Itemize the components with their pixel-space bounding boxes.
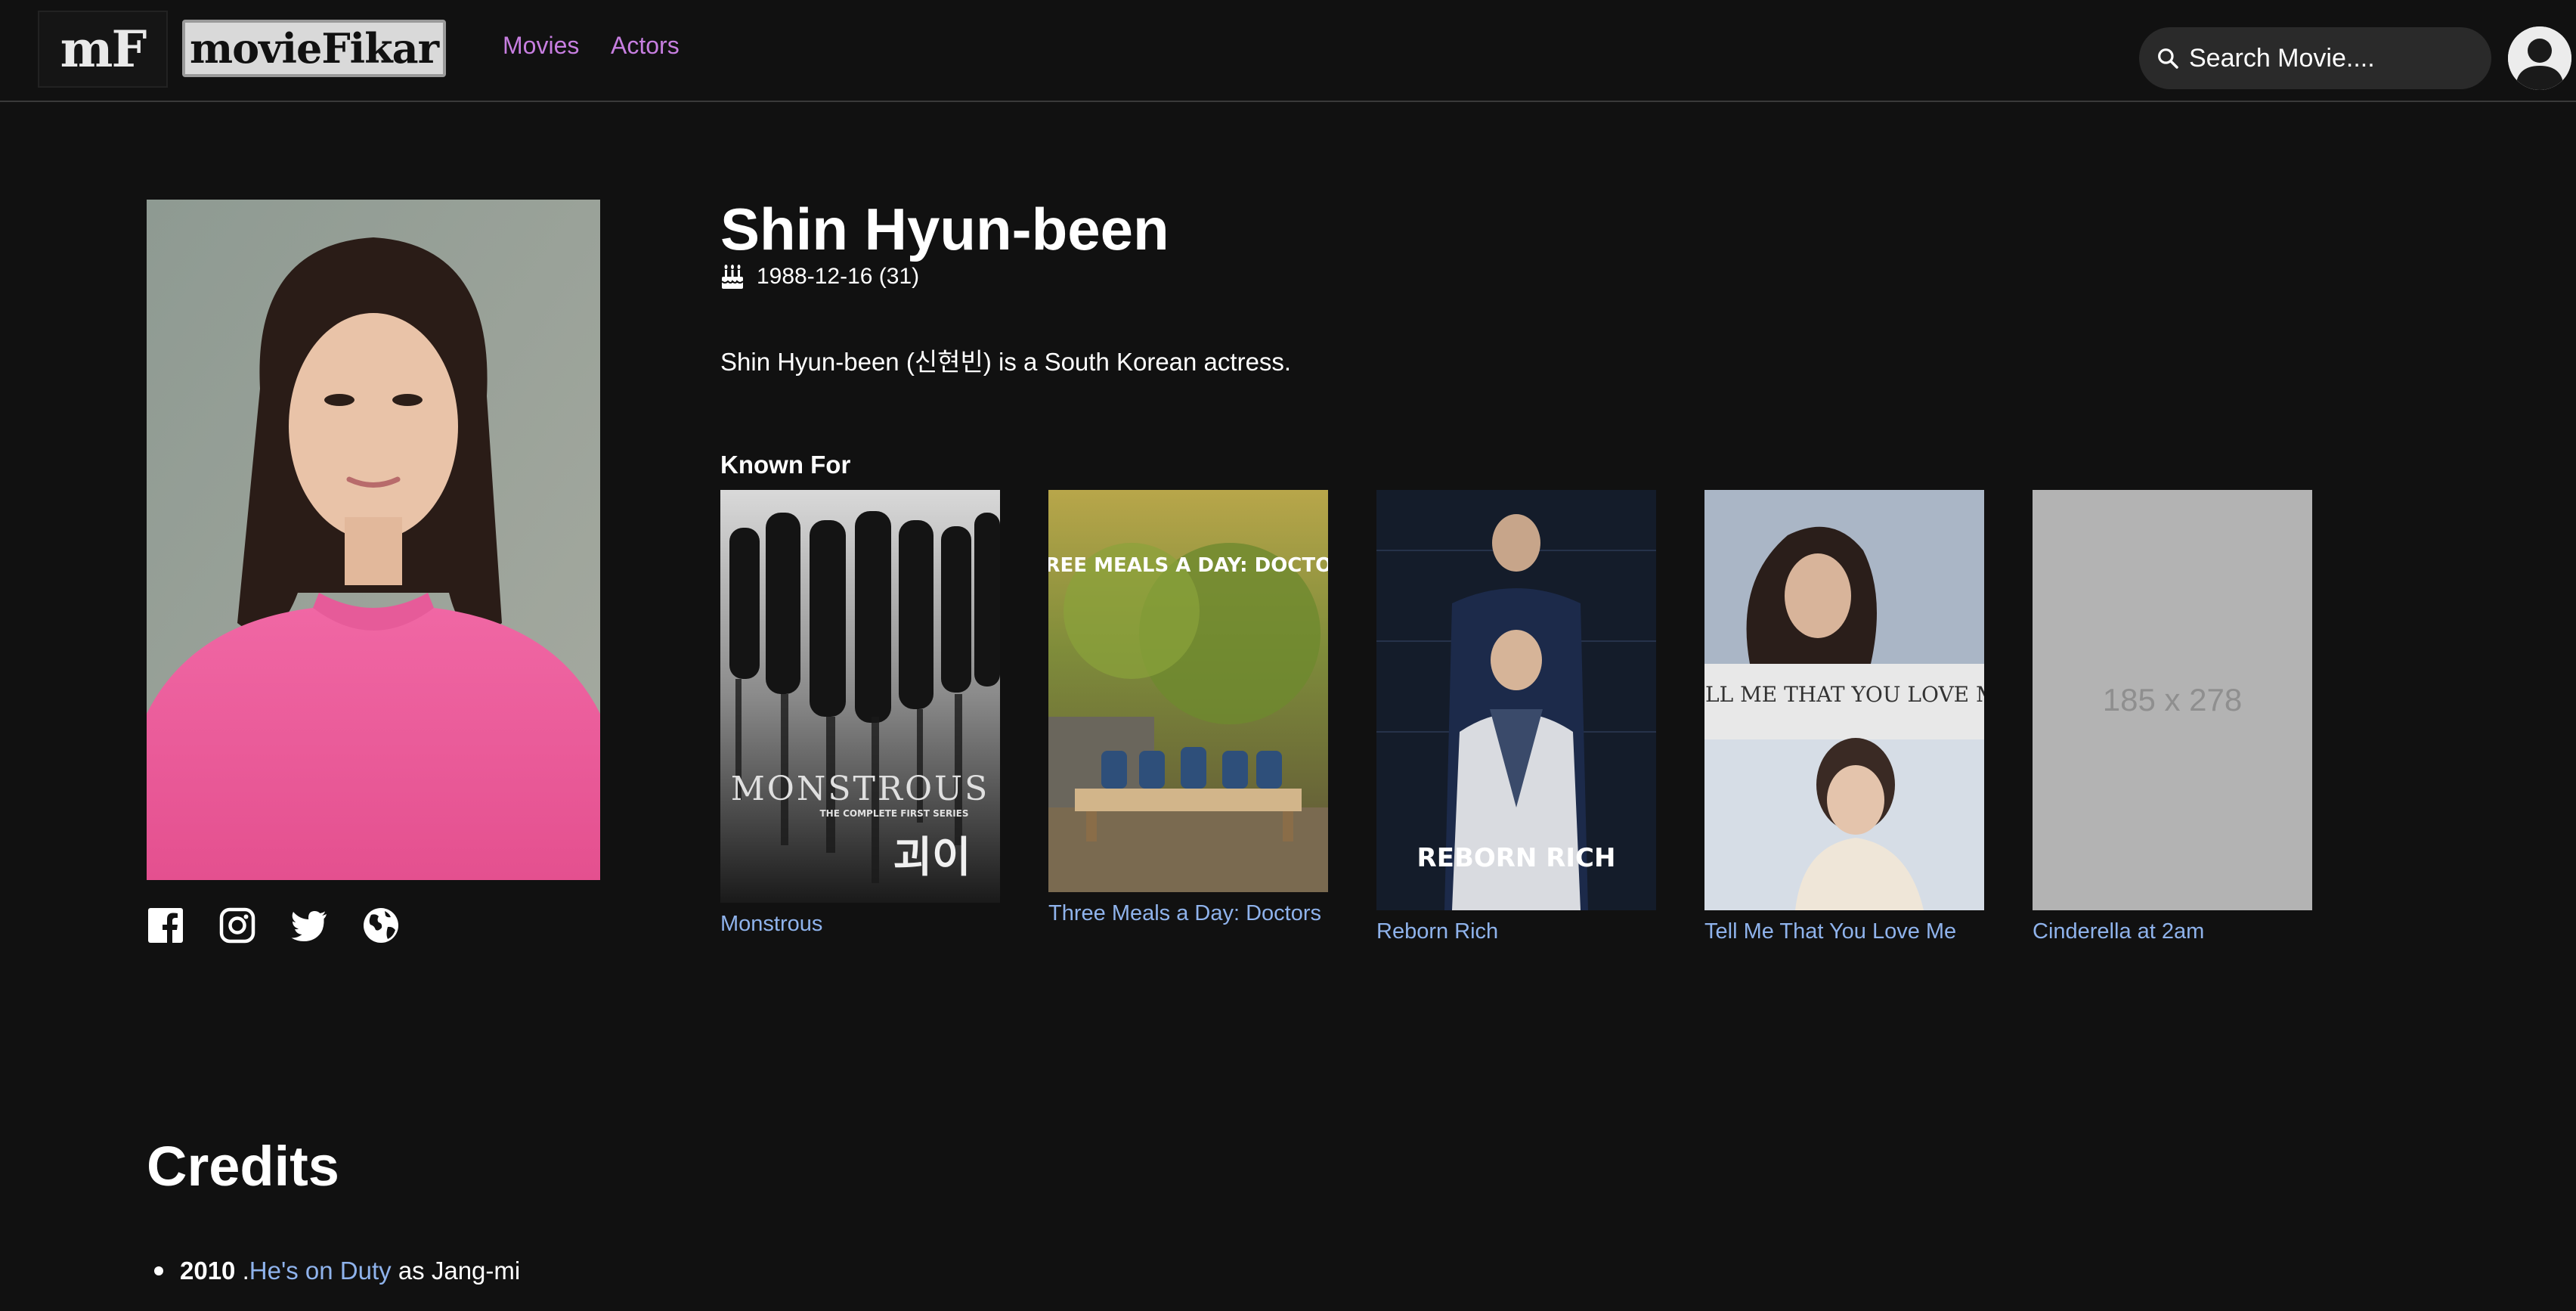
user-icon [2508,26,2571,90]
instagram-icon[interactable] [218,907,256,944]
movie-title-link[interactable]: Tell Me That You Love Me [1704,919,1984,944]
poster-placeholder[interactable]: 185 x 278 [2033,490,2312,910]
movie-card[interactable]: MONSTROUS THE COMPLETE FIRST SERIES 괴이 M… [720,490,1000,937]
movie-title-link[interactable]: Three Meals a Day: Doctors [1048,901,1328,926]
poster-title-text: MONSTROUS [731,770,990,808]
movie-poster[interactable]: MONSTROUS THE COMPLETE FIRST SERIES 괴이 [720,490,1000,903]
credit-title-link[interactable]: He's on Duty [249,1257,392,1285]
movie-card[interactable]: REBORN RICH Reborn Rich [1376,490,1656,944]
movie-poster[interactable]: TELL ME THAT YOU LOVE ME [1704,490,1984,910]
logo-wordmark[interactable]: movieFikar [182,20,446,77]
movie-title-link[interactable]: Cinderella at 2am [2033,919,2312,944]
movie-card[interactable]: THREE MEALS A DAY: DOCTORS Three Meals a… [1048,490,1328,926]
known-for-heading: Known For [720,451,851,479]
movie-title-link[interactable]: Reborn Rich [1376,919,1656,944]
poster-subtitle-text: THE COMPLETE FIRST SERIES [819,808,968,819]
user-avatar[interactable] [2508,26,2571,90]
movie-poster[interactable]: THREE MEALS A DAY: DOCTORS [1048,490,1328,892]
nav-link-actors[interactable]: Actors [611,32,680,60]
search-input[interactable] [2189,43,2476,73]
credit-separator: . [235,1257,249,1285]
birth-info: 1988-12-16 (31) [720,262,919,292]
globe-icon[interactable] [362,907,400,944]
birth-date: 1988-12-16 (31) [757,264,920,289]
nav-link-movies[interactable]: Movies [503,32,579,60]
movie-card[interactable]: 185 x 278 Cinderella at 2am [2033,490,2312,944]
poster-title-text: TELL ME THAT YOU LOVE ME [1704,682,1984,707]
poster-title-text: THREE MEALS A DAY: DOCTORS [1048,554,1328,577]
search-icon [2158,48,2178,69]
top-navbar: mF movieFikar Movies Actors [0,0,2576,102]
poster-korean-text: 괴이 [893,833,971,882]
movie-title-link[interactable]: Monstrous [720,912,1000,937]
poster-title-text: REBORN RICH [1417,843,1616,873]
movie-card[interactable]: TELL ME THAT YOU LOVE ME Tell Me That Yo… [1704,490,1984,944]
credits-heading: Credits [147,1135,339,1198]
credit-year: 2010 [180,1257,236,1285]
birthday-cake-icon [721,265,744,289]
movie-poster[interactable]: REBORN RICH [1376,490,1656,910]
twitter-icon[interactable] [290,907,328,944]
logo-mark[interactable]: mF [38,11,168,88]
list-bullet [154,1266,163,1275]
credit-role: as Jang-mi [391,1257,521,1285]
actor-profile-photo [147,200,600,880]
actor-bio: Shin Hyun-been (신현빈) is a South Korean a… [720,348,1292,376]
actor-name: Shin Hyun-been [720,196,1169,262]
credit-list-item: 2010 . He's on Duty as Jang-mi [154,1257,520,1285]
search-box[interactable] [2139,27,2491,89]
facebook-icon[interactable] [147,907,184,944]
